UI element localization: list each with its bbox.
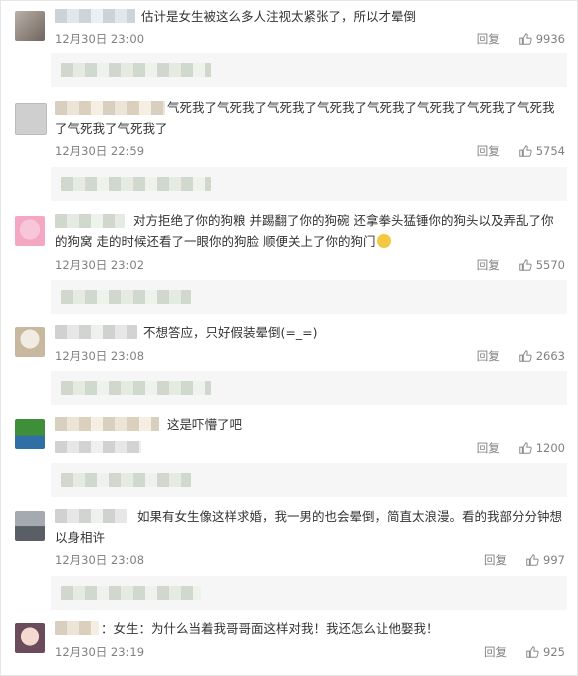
reply-preview[interactable] [51, 463, 567, 497]
thumbs-up-icon [518, 442, 532, 454]
comment-item: 对方拒绝了你的狗粮 并踢翻了你的狗碗 还拿拳头猛锤你的狗头以及弄乱了你的狗窝 走… [1, 206, 577, 316]
comment-actions: 回复 1200 [477, 440, 565, 456]
username-blurred[interactable] [55, 621, 99, 635]
reply-preview[interactable] [51, 280, 567, 314]
comment-time: 12月30日 22:59 [55, 144, 145, 158]
comment-meta: 12月30日 23:08 回复 997 [55, 552, 565, 568]
comment-actions: 回复 5570 [477, 257, 565, 273]
like-count: 5754 [535, 144, 565, 158]
comment-text: 对方拒绝了你的狗粮 并踢翻了你的狗碗 还拿拳头猛锤你的狗头以及弄乱了你的狗窝 走… [55, 210, 565, 252]
comment-item: 这是吓懵了吧 回复 1200 [1, 411, 577, 501]
like-count: 925 [543, 645, 565, 659]
like-button[interactable]: 925 [525, 645, 565, 659]
comment-actions: 回复 925 [484, 644, 565, 660]
comment-meta: 12月30日 23:00 回复 9936 [55, 31, 565, 47]
like-count: 1200 [535, 441, 565, 455]
comment-text: 如果有女生像这样求婚，我一男的也会晕倒，简直太浪漫。看的我部分分钟想以身相许 [55, 509, 563, 545]
comment-meta: 12月30日 23:19 回复 925 [55, 644, 565, 660]
like-count: 2663 [535, 349, 565, 363]
comment-item: 如果有女生像这样求婚，我一男的也会晕倒，简直太浪漫。看的我部分分钟想以身相许 1… [1, 503, 577, 613]
comment-time: 12月30日 23:19 [55, 645, 145, 659]
comment-actions: 回复 997 [484, 552, 565, 568]
like-count: 9936 [535, 32, 565, 46]
reply-button[interactable]: 回复 [484, 644, 507, 660]
comment-meta: 12月30日 23:08 回复 2663 [55, 348, 565, 364]
comment-time: 12月30日 23:08 [55, 349, 145, 363]
avatar[interactable] [15, 216, 45, 246]
comment-item: ：女生：为什么当着我哥哥面这样对我！我还怎么让他娶我！ 12月30日 23:19… [1, 615, 577, 675]
reply-button[interactable]: 回复 [477, 348, 500, 364]
username-blurred[interactable] [55, 417, 159, 431]
reply-button[interactable]: 回复 [484, 552, 507, 568]
comment-text: 不想答应，只好假装晕倒(=_=) [143, 325, 318, 340]
comment-text: 气死我了气死我了气死我了气死我了气死我了气死我了气死我了气死我了气死我了气死我了 [55, 100, 555, 136]
thumbs-up-icon [518, 33, 532, 45]
reply-preview-blurred [61, 177, 211, 191]
avatar[interactable] [15, 419, 45, 449]
like-count: 5570 [535, 258, 565, 272]
comment-text-body: 对方拒绝了你的狗粮 并踢翻了你的狗碗 还拿拳头猛锤你的狗头以及弄乱了你的狗窝 走… [55, 213, 554, 249]
like-button[interactable]: 5570 [518, 258, 565, 272]
comment-item: 气死我了气死我了气死我了气死我了气死我了气死我了气死我了气死我了气死我了气死我了… [1, 93, 577, 203]
like-button[interactable]: 997 [525, 553, 565, 567]
reply-preview[interactable] [51, 576, 567, 610]
like-button[interactable]: 9936 [518, 32, 565, 46]
like-button[interactable]: 1200 [518, 441, 565, 455]
reply-button[interactable]: 回复 [477, 31, 500, 47]
avatar[interactable] [15, 623, 45, 653]
comment-time: 12月30日 23:02 [55, 258, 145, 272]
thumbs-up-icon [526, 554, 539, 566]
username-blurred[interactable] [55, 325, 137, 339]
comment-meta: 回复 1200 [55, 440, 565, 456]
reply-button[interactable]: 回复 [477, 440, 500, 456]
comment-item: 估计是女生被这么多人注视太紧张了，所以才晕倒 12月30日 23:00 回复 9… [1, 1, 577, 89]
avatar[interactable] [15, 327, 45, 357]
reply-preview-blurred [61, 586, 201, 600]
like-button[interactable]: 2663 [518, 349, 565, 363]
reply-button[interactable]: 回复 [477, 257, 500, 273]
thumbs-up-icon [518, 350, 532, 362]
comment-meta: 12月30日 22:59 回复 5754 [55, 143, 565, 159]
comment-text: 估计是女生被这么多人注视太紧张了，所以才晕倒 [141, 9, 417, 24]
reply-button[interactable]: 回复 [477, 143, 500, 159]
avatar[interactable] [15, 11, 45, 41]
comment-time: 12月30日 23:08 [55, 553, 145, 567]
time-blurred [55, 441, 141, 453]
reply-preview-blurred [61, 290, 191, 304]
avatar[interactable] [15, 103, 47, 135]
comment-text: 这是吓懵了吧 [167, 417, 243, 432]
thumbs-up-icon [518, 259, 532, 271]
thumbs-up-icon [526, 646, 539, 658]
avatar[interactable] [15, 511, 45, 541]
reply-preview[interactable] [51, 167, 567, 201]
reply-preview[interactable] [51, 371, 567, 405]
reply-preview-blurred [61, 473, 191, 487]
comment-actions: 回复 9936 [477, 31, 565, 47]
like-count: 997 [543, 553, 565, 567]
wink-face-icon [377, 234, 392, 248]
comment-actions: 回复 5754 [477, 143, 565, 159]
comment-time: 12月30日 23:00 [55, 32, 145, 46]
comment-item: 不想答应，只好假装晕倒(=_=) 12月30日 23:08 回复 2663 [1, 319, 577, 409]
like-button[interactable]: 5754 [518, 144, 565, 158]
comment-actions: 回复 2663 [477, 348, 565, 364]
reply-preview[interactable] [51, 53, 567, 87]
username-blurred[interactable] [55, 9, 135, 23]
comment-meta: 12月30日 23:02 回复 5570 [55, 257, 565, 273]
comment-text: ：女生：为什么当着我哥哥面这样对我！我还怎么让他娶我！ [101, 621, 439, 636]
thumbs-up-icon [518, 145, 532, 157]
comment-list: 估计是女生被这么多人注视太紧张了，所以才晕倒 12月30日 23:00 回复 9… [0, 0, 578, 676]
reply-preview-blurred [61, 381, 211, 395]
reply-preview-blurred [61, 63, 211, 77]
